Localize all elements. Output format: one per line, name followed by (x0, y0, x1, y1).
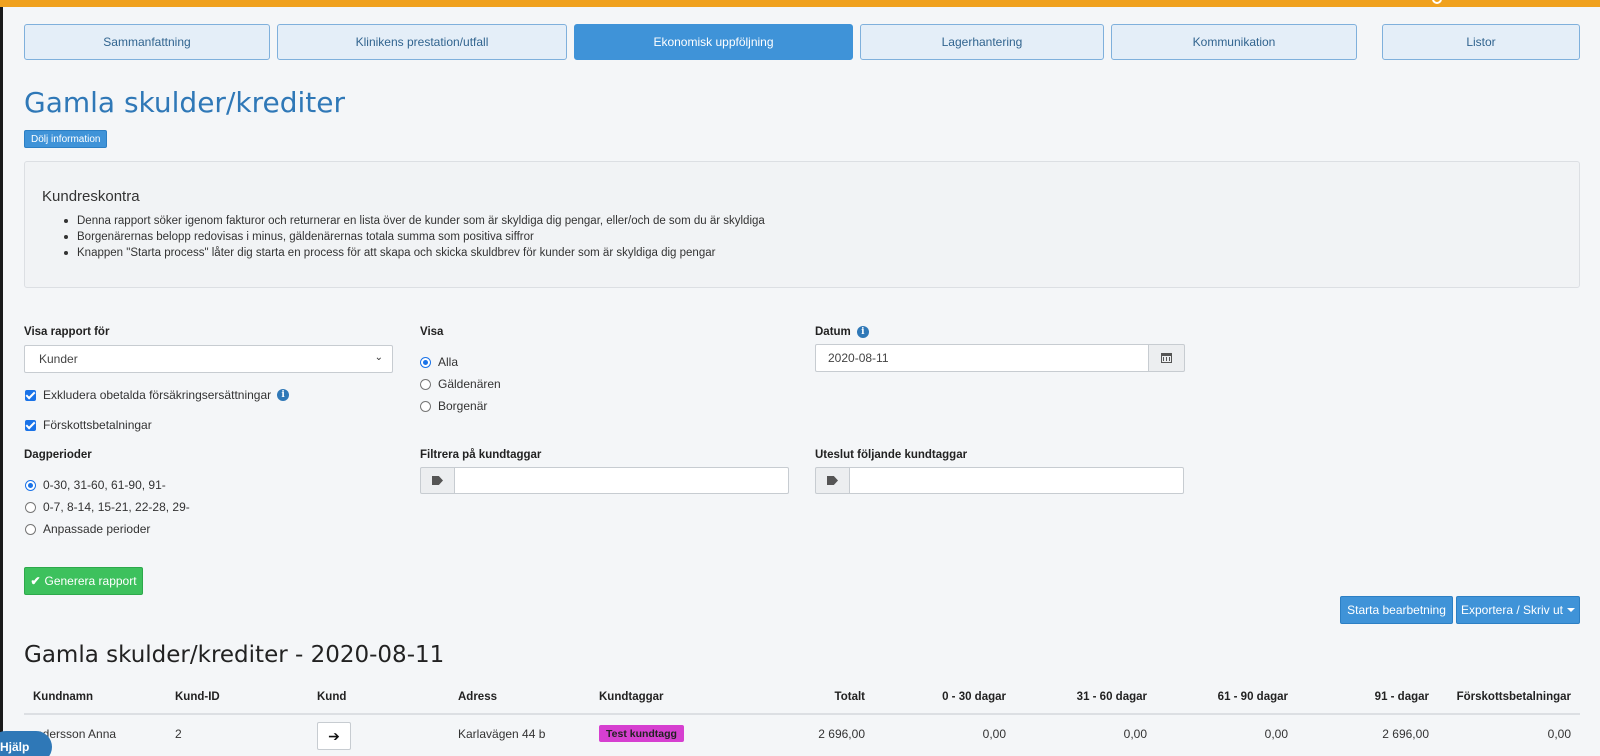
col-header[interactable]: Totalt (740, 691, 865, 703)
cell-31-60: 0,00 (1123, 727, 1147, 741)
export-print-label: Exportera / Skriv ut (1460, 603, 1564, 617)
info-icon[interactable]: i (277, 389, 290, 401)
tag-icon (432, 476, 443, 485)
caret-down-icon (1567, 608, 1576, 612)
tag-icon (827, 476, 838, 485)
info-item: Denna rapport söker igenom fakturor och … (64, 215, 765, 227)
cell-customer-id: 2 (175, 727, 182, 741)
hide-info-button[interactable]: Dölj information (24, 130, 108, 148)
cell-total: 2 696,00 (818, 727, 865, 741)
period-option[interactable]: 0-7, 8-14, 15-21, 22-28, 29- (25, 500, 190, 514)
tab-klinikens-prestation[interactable]: Klinikens prestation/utfall (277, 24, 567, 60)
filter-tags-field (420, 467, 789, 494)
period-radio[interactable] (25, 501, 36, 513)
page-title: Gamla skulder/krediter (24, 86, 345, 119)
chevron-down-icon: ⌄ (374, 352, 383, 363)
show-option[interactable]: Alla (420, 355, 458, 369)
show-radio[interactable] (420, 378, 431, 390)
col-header[interactable]: Kundtaggar (599, 691, 664, 703)
show-option-label: Alla (438, 355, 459, 369)
period-label: 0-30, 31-60, 61-90, 91- (43, 478, 166, 492)
prepayments-label: Förskottsbetalningar (43, 418, 152, 432)
show-radio[interactable] (420, 400, 431, 412)
show-radio[interactable] (420, 356, 431, 368)
date-label: Datum (815, 326, 851, 338)
cell-address: Karlavägen 44 b (458, 727, 546, 741)
info-title: Kundreskontra (42, 188, 140, 205)
calendar-icon (1161, 353, 1172, 363)
tab-sammanfattning[interactable]: Sammanfattning (24, 24, 270, 60)
arrow-right-icon: ➔ (328, 727, 340, 744)
user-icon[interactable] (1432, 0, 1442, 4)
open-customer-button[interactable]: ➔ (317, 722, 351, 750)
exclude-tags-field (815, 467, 1184, 494)
generate-report-label: Generera rapport (44, 574, 137, 588)
report-for-select[interactable]: Kunder ⌄ (24, 345, 393, 373)
col-header[interactable]: 61 - 90 dagar (1162, 691, 1288, 703)
col-header[interactable]: 0 - 30 dagar (880, 691, 1006, 703)
filter-tags-label: Filtrera på kundtaggar (420, 449, 542, 461)
tab-bar: Sammanfattning Klinikens prestation/utfa… (24, 24, 1580, 60)
col-header[interactable]: 91 - dagar (1303, 691, 1429, 703)
col-header[interactable]: Kund-ID (175, 691, 220, 703)
info-panel: Kundreskontra Denna rapport söker igenom… (24, 161, 1580, 288)
show-option-label: Borgenär (438, 399, 488, 413)
export-print-button[interactable]: Exportera / Skriv ut (1456, 596, 1580, 624)
tab-listor[interactable]: Listor (1382, 24, 1580, 60)
cell-91: 2 696,00 (1382, 727, 1429, 741)
tag-addon (420, 467, 455, 494)
help-button[interactable]: Hjälp (0, 731, 52, 756)
info-item: Knappen "Starta process" låter dig start… (64, 245, 765, 261)
col-header[interactable]: Kundnamn (33, 691, 93, 703)
period-radio[interactable] (25, 479, 36, 491)
col-header[interactable]: 31 - 60 dagar (1021, 691, 1147, 703)
prepayments-checkbox[interactable] (25, 419, 36, 431)
cell-61-90: 0,00 (1264, 727, 1288, 741)
show-option-label: Gäldenären (438, 377, 501, 391)
calendar-button[interactable] (1149, 344, 1185, 372)
tab-ekonomisk-uppfoljning[interactable]: Ekonomisk uppföljning (574, 24, 853, 60)
prepayments-row[interactable]: Förskottsbetalningar (25, 418, 152, 432)
report-for-label: Visa rapport för (24, 326, 110, 338)
show-option[interactable]: Gäldenären (420, 377, 501, 391)
col-header[interactable]: Förskottsbetalningar (1440, 691, 1571, 703)
window-edge (0, 7, 3, 756)
report-title: Gamla skulder/krediter - 2020-08-11 (24, 642, 445, 668)
exclude-insurance-label: Exkludera obetalda försäkringsersättning… (43, 388, 272, 402)
info-list: Denna rapport söker igenom fakturor och … (64, 213, 765, 261)
info-icon[interactable]: i (856, 326, 869, 338)
col-header[interactable]: Adress (458, 691, 497, 703)
tab-kommunikation[interactable]: Kommunikation (1111, 24, 1357, 60)
table-header-divider (24, 713, 1580, 715)
top-bar (0, 0, 1600, 7)
period-label: 0-7, 8-14, 15-21, 22-28, 29- (43, 500, 190, 514)
exclude-insurance-checkbox[interactable] (25, 389, 36, 401)
filter-tags-input[interactable] (455, 467, 789, 494)
date-input[interactable]: 2020-08-11 (815, 344, 1149, 372)
check-icon: ✔ (30, 574, 41, 588)
tag-addon (815, 467, 850, 494)
show-option[interactable]: Borgenär (420, 399, 487, 413)
exclude-tags-label: Uteslut följande kundtaggar (815, 449, 968, 461)
date-value: 2020-08-11 (828, 351, 889, 365)
day-periods-label: Dagperioder (24, 449, 92, 461)
customer-tag-badge: Test kundtagg (599, 725, 684, 742)
tab-lagerhantering[interactable]: Lagerhantering (860, 24, 1104, 60)
period-radio[interactable] (25, 523, 36, 535)
generate-report-button[interactable]: ✔ Generera rapport (24, 567, 143, 595)
exclude-tags-input[interactable] (850, 467, 1184, 494)
period-option[interactable]: Anpassade perioder (25, 522, 150, 536)
period-option[interactable]: 0-30, 31-60, 61-90, 91- (25, 478, 166, 492)
period-label: Anpassade perioder (43, 522, 151, 536)
start-processing-button[interactable]: Starta bearbetning (1340, 596, 1453, 624)
date-label-row: Datum i (815, 326, 869, 338)
col-header[interactable]: Kund (317, 691, 346, 703)
cell-prepayments: 0,00 (1547, 727, 1571, 741)
exclude-insurance-row[interactable]: Exkludera obetalda försäkringsersättning… (25, 388, 290, 402)
cell-0-30: 0,00 (982, 727, 1006, 741)
report-for-value: Kunder (39, 352, 78, 366)
info-item: Borgenärernas belopp redovisas i minus, … (64, 229, 765, 245)
show-label: Visa (420, 326, 444, 338)
